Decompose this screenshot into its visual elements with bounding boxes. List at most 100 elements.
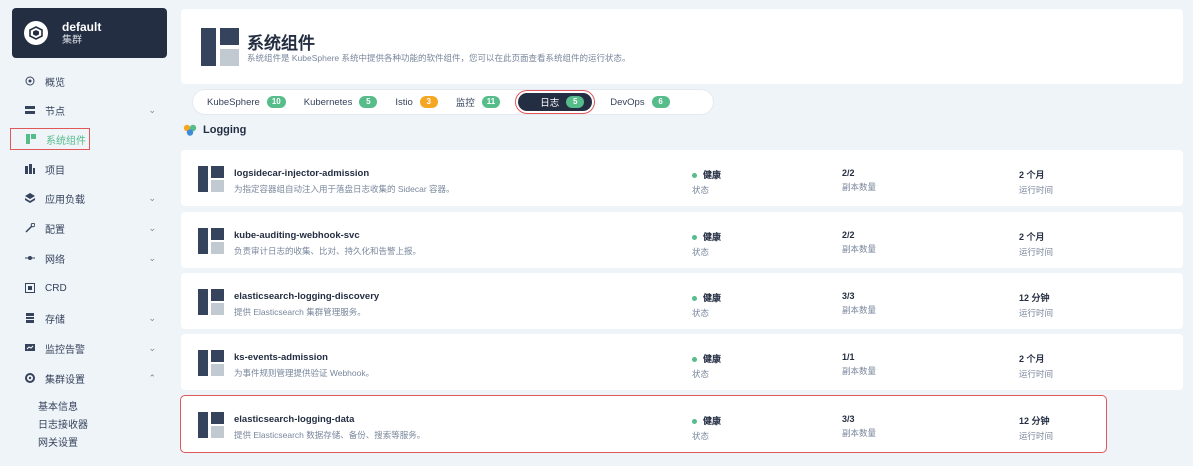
sidebar-item-label: 监控告警 [45, 344, 85, 356]
tab-label: 监控 [455, 98, 475, 109]
sidebar-item-label: 应用负载 [45, 194, 85, 206]
sidebar-subitem-gateway-settings[interactable]: 网关设置 [38, 434, 78, 449]
replicas-label: 副本数量 [842, 244, 877, 254]
tab-count-badge: 5 [566, 96, 585, 108]
replicas-label: 副本数量 [842, 366, 877, 376]
status-dot-icon [692, 419, 697, 425]
sidebar: default 集群 概览 节点 ⌄ 系统组件 项目 应用负载 ⌄ 配置 ⌄ 网… [0, 0, 170, 466]
replicas-value: 3/3 [842, 414, 855, 424]
component-description: 提供 Elasticsearch 集群管理服务。 [234, 307, 366, 317]
logging-logo-icon [183, 124, 197, 136]
tab-count-badge: 3 [419, 96, 438, 108]
tab-label: KubeSphere [207, 96, 260, 108]
page-title: 系统组件 [247, 34, 315, 53]
wrench-icon [24, 222, 36, 234]
components-icon [201, 28, 239, 66]
component-name: logsidecar-injector-admission [234, 168, 370, 179]
component-description: 负责审计日志的收集、比对、持久化和告警上报。 [234, 246, 422, 256]
component-icon [198, 166, 224, 192]
cluster-name: default [62, 19, 102, 34]
component-icon [198, 412, 224, 438]
sidebar-item-crd[interactable]: CRD [10, 277, 160, 299]
age-label: 运行时间 [1019, 431, 1054, 441]
sidebar-item-label: 节点 [45, 106, 65, 118]
sidebar-item-label: 概览 [45, 77, 65, 89]
cluster-selector[interactable]: default 集群 [12, 8, 167, 58]
replicas-value: 2/2 [842, 168, 855, 178]
sidebar-item-system-components[interactable]: 系统组件 [10, 128, 90, 150]
component-row[interactable]: kube-auditing-webhook-svc 负责审计日志的收集、比对、持… [181, 212, 1183, 268]
chevron-down-icon: ⌄ [148, 313, 156, 323]
component-description: 提供 Elasticsearch 数据存储、备份、搜索等服务。 [234, 430, 426, 440]
sidebar-item-storage[interactable]: 存储 ⌄ [10, 307, 160, 329]
sidebar-item-cluster-settings[interactable]: 集群设置 ⌃ [10, 367, 160, 389]
age-value: 2 个月 [1019, 354, 1045, 364]
status-value: 健康 [703, 293, 722, 303]
age-value: 12 分钟 [1019, 293, 1050, 303]
sidebar-item-overview[interactable]: 概览 [10, 70, 160, 92]
tab-bar: KubeSphere 10 Kubernetes 5 Istio 3 监控 11 日志 5… [193, 90, 713, 114]
chevron-down-icon: ⌄ [148, 343, 156, 353]
age-value: 2 个月 [1019, 170, 1045, 180]
component-row[interactable]: ks-events-admission 为事件规则管理提供验证 Webhook。… [181, 334, 1183, 390]
tab-count-badge: 11 [481, 96, 501, 108]
sidebar-item-nodes[interactable]: 节点 ⌄ [10, 99, 160, 121]
status-label: 状态 [692, 431, 710, 441]
sidebar-item-projects[interactable]: 项目 [10, 158, 160, 180]
tab-monitoring[interactable]: 监控 11 [455, 92, 501, 112]
age-label: 运行时间 [1019, 308, 1054, 318]
cluster-subtitle: 集群 [62, 34, 82, 46]
page-description: 系统组件是 KubeSphere 系统中提供各种功能的软件组件，您可以在此页面查… [247, 53, 631, 63]
tab-label: Istio [395, 96, 413, 108]
section-header: Logging [183, 124, 246, 136]
status-value: 健康 [703, 416, 722, 426]
replicas-value: 2/2 [842, 230, 855, 240]
tab-count-badge: 10 [266, 96, 286, 108]
age-value: 12 分钟 [1019, 416, 1050, 426]
workload-icon [24, 192, 36, 204]
sidebar-item-label: CRD [45, 282, 67, 294]
monitor-icon [24, 342, 36, 354]
network-icon [24, 252, 36, 264]
tab-kubesphere[interactable]: KubeSphere 10 [207, 92, 286, 112]
component-icon [198, 228, 224, 254]
status-dot-icon [692, 296, 697, 302]
tab-devops[interactable]: DevOps 6 [610, 92, 670, 112]
replicas-value: 3/3 [842, 291, 855, 301]
age-label: 运行时间 [1019, 247, 1054, 257]
sidebar-item-label: 网络 [45, 254, 65, 266]
chevron-down-icon: ⌄ [148, 105, 156, 115]
status-value: 健康 [703, 354, 722, 364]
storage-icon [24, 312, 36, 324]
cluster-icon [24, 21, 48, 45]
replicas-value: 1/1 [842, 352, 855, 362]
tab-logging[interactable]: 日志 5 [515, 90, 596, 114]
component-icon [198, 350, 224, 376]
components-icon [25, 133, 37, 145]
sidebar-item-label: 存储 [45, 314, 65, 326]
sidebar-item-network[interactable]: 网络 ⌄ [10, 247, 160, 269]
sidebar-item-config[interactable]: 配置 ⌄ [10, 217, 160, 239]
chevron-down-icon: ⌄ [148, 193, 156, 203]
tab-istio[interactable]: Istio 3 [395, 92, 438, 112]
component-description: 为事件规则管理提供验证 Webhook。 [234, 368, 375, 378]
section-title: Logging [203, 124, 247, 136]
sidebar-item-monitoring[interactable]: 监控告警 ⌄ [10, 337, 160, 359]
sidebar-subitem-basic-info[interactable]: 基本信息 [38, 398, 78, 413]
age-value: 2 个月 [1019, 232, 1045, 242]
tab-label: Kubernetes [303, 96, 353, 108]
sidebar-subitem-log-receivers[interactable]: 日志接收器 [38, 416, 88, 431]
component-row[interactable]: logsidecar-injector-admission 为指定容器组自动注入… [181, 150, 1183, 206]
sidebar-item-workloads[interactable]: 应用负载 ⌄ [10, 187, 160, 209]
status-label: 状态 [692, 369, 710, 379]
tab-count-badge: 6 [651, 96, 670, 108]
component-row[interactable]: elasticsearch-logging-discovery 提供 Elast… [181, 273, 1183, 329]
crd-icon [24, 282, 36, 294]
tab-kubernetes[interactable]: Kubernetes 5 [304, 92, 378, 112]
status-dot-icon [692, 235, 697, 241]
component-row[interactable]: elasticsearch-logging-data 提供 Elasticsea… [180, 395, 1107, 453]
age-label: 运行时间 [1019, 185, 1054, 195]
page-header: 系统组件 系统组件是 KubeSphere 系统中提供各种功能的软件组件，您可以… [181, 9, 1183, 84]
sidebar-item-label: 项目 [45, 165, 65, 177]
replicas-label: 副本数量 [842, 305, 877, 315]
